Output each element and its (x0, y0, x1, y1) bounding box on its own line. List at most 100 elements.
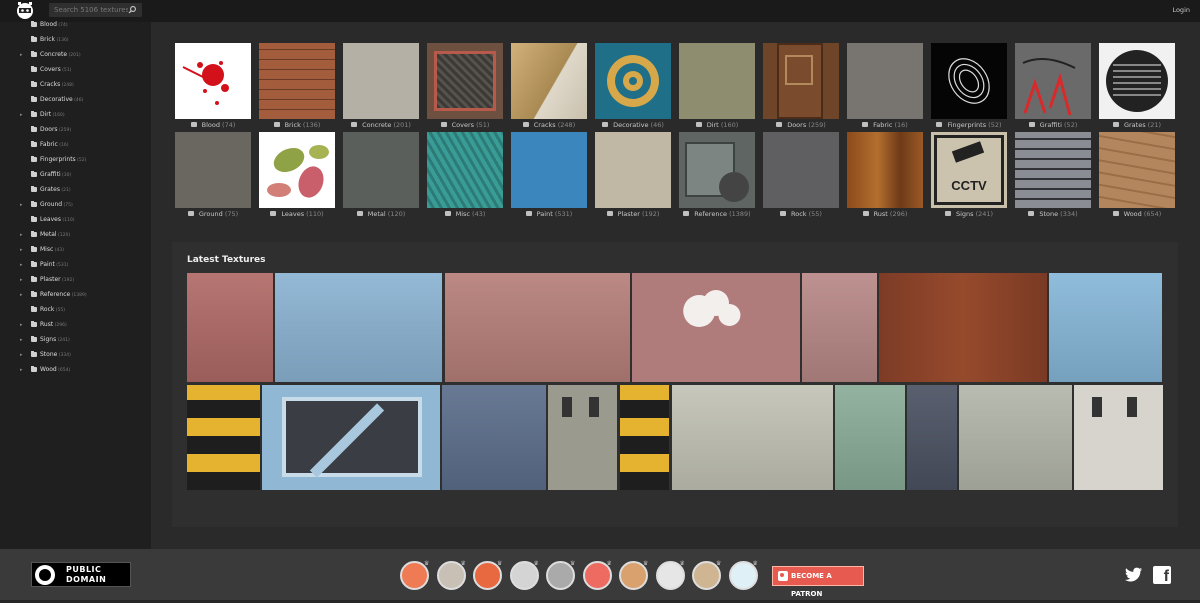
sidebar-item-cracks[interactable]: Cracks (248) (0, 81, 151, 96)
category-name: Blood (201, 121, 220, 129)
category-tile-reference[interactable] (679, 132, 755, 208)
folder-icon (31, 321, 37, 327)
category-tile-misc[interactable] (427, 132, 503, 208)
patron-crown-icon: ♛ (570, 560, 576, 567)
sidebar-item-covers[interactable]: Covers (51) (0, 66, 151, 81)
expand-caret-icon[interactable]: ▸ (20, 291, 23, 299)
latest-texture-grey-door[interactable] (959, 385, 1072, 490)
sidebar-item-label: Rock (55) (40, 306, 65, 315)
site-logo-icon[interactable] (15, 1, 35, 21)
public-domain-badge[interactable]: PUBLIC DOMAIN (31, 562, 131, 587)
expand-caret-icon[interactable]: ▸ (20, 201, 23, 209)
latest-texture-pink-peeling-paint[interactable] (802, 273, 877, 382)
category-tile-decorative[interactable] (595, 43, 671, 119)
latest-texture-grey-container-door[interactable] (548, 385, 617, 490)
latest-texture-blue-hatch[interactable] (262, 385, 440, 490)
sidebar-item-paint[interactable]: ▸ Paint (531) (0, 261, 151, 276)
sidebar-item-label: Leaves (110) (40, 216, 75, 225)
latest-texture-yellow-black-stripes[interactable] (187, 385, 260, 490)
expand-caret-icon[interactable]: ▸ (20, 336, 23, 344)
sidebar-item-fabric[interactable]: Fabric (16) (0, 141, 151, 156)
latest-texture-rust-panel[interactable] (879, 273, 1047, 382)
twitter-icon[interactable] (1125, 567, 1143, 583)
sidebar-item-ground[interactable]: ▸ Ground (75) (0, 201, 151, 216)
latest-texture-blue-metal-wall[interactable] (275, 273, 442, 382)
latest-texture-white-van-doors[interactable] (1074, 385, 1163, 490)
expand-caret-icon[interactable]: ▸ (20, 366, 23, 374)
latest-texture-blue-container[interactable] (1049, 273, 1162, 382)
sidebar-item-count: (74) (56, 23, 68, 28)
category-tile-stone[interactable] (1015, 132, 1091, 208)
category-tile-ground[interactable] (175, 132, 251, 208)
category-tile-covers[interactable] (427, 43, 503, 119)
sidebar-item-concrete[interactable]: ▸ Concrete (201) (0, 51, 151, 66)
latest-texture-red-wall[interactable] (187, 273, 273, 382)
sidebar-item-leaves[interactable]: Leaves (110) (0, 216, 151, 231)
sidebar-item-decorative[interactable]: Decorative (46) (0, 96, 151, 111)
category-tile-rust[interactable] (847, 132, 923, 208)
sidebar-item-label: Wood (654) (40, 366, 70, 375)
sidebar-item-plaster[interactable]: ▸ Plaster (192) (0, 276, 151, 291)
category-tile-dirt[interactable] (679, 43, 755, 119)
category-tile-rock[interactable] (763, 132, 839, 208)
category-tile-signs[interactable]: CCTV (931, 132, 1007, 208)
login-link[interactable]: Login (1172, 6, 1190, 14)
sidebar-item-brick[interactable]: Brick (136) (0, 36, 151, 51)
sidebar-item-metal[interactable]: ▸ Metal (120) (0, 231, 151, 246)
expand-caret-icon[interactable]: ▸ (20, 351, 23, 359)
expand-caret-icon[interactable]: ▸ (20, 276, 23, 284)
latest-texture-white-container-door[interactable] (672, 385, 833, 490)
sidebar-item-blood[interactable]: Blood (74) (0, 21, 151, 36)
latest-texture-green-container-door[interactable] (835, 385, 905, 490)
sidebar-item-graffiti[interactable]: Graffiti (30) (0, 171, 151, 186)
patron-crown-icon: ♛ (424, 560, 430, 567)
expand-caret-icon[interactable]: ▸ (20, 111, 23, 119)
folder-icon (606, 211, 613, 216)
category-tile-blood[interactable] (175, 43, 251, 119)
category-tile-fabric[interactable] (847, 43, 923, 119)
category-tile-label: Blood (74) (165, 121, 261, 129)
sidebar-item-count: (51) (60, 68, 72, 73)
category-tile-graffiti[interactable] (1015, 43, 1091, 119)
sidebar-item-stone[interactable]: ▸ Stone (334) (0, 351, 151, 366)
sidebar-item-grates[interactable]: Grates (21) (0, 186, 151, 201)
latest-texture-blue-stickered-door[interactable] (442, 385, 546, 490)
sidebar-item-misc[interactable]: ▸ Misc (43) (0, 246, 151, 261)
sidebar-item-signs[interactable]: ▸ Signs (241) (0, 336, 151, 351)
latest-texture-pink-rusted-panel[interactable] (445, 273, 630, 382)
sidebar-item-label: Plaster (192) (40, 276, 74, 285)
category-tile-brick[interactable] (259, 43, 335, 119)
search-icon[interactable] (127, 5, 137, 15)
folder-icon (31, 216, 37, 222)
sidebar-item-wood[interactable]: ▸ Wood (654) (0, 366, 151, 381)
latest-texture-yellow-black-stripes-2[interactable] (620, 385, 669, 490)
category-tile-plaster[interactable] (595, 132, 671, 208)
sidebar-item-dirt[interactable]: ▸ Dirt (160) (0, 111, 151, 126)
facebook-icon[interactable]: f (1153, 566, 1171, 585)
category-tile-doors[interactable] (763, 43, 839, 119)
latest-texture-stickered-door[interactable] (907, 385, 957, 490)
category-tile-metal[interactable] (343, 132, 419, 208)
category-tile-fingerprints[interactable] (931, 43, 1007, 119)
expand-caret-icon[interactable]: ▸ (20, 321, 23, 329)
category-tile-cracks[interactable] (511, 43, 587, 119)
category-tile-label: Graffiti (52) (1005, 121, 1101, 129)
sidebar-item-rock[interactable]: Rock (55) (0, 306, 151, 321)
sidebar-item-label: Ground (75) (40, 201, 73, 210)
category-tile-concrete[interactable] (343, 43, 419, 119)
expand-caret-icon[interactable]: ▸ (20, 231, 23, 239)
expand-caret-icon[interactable]: ▸ (20, 261, 23, 269)
sidebar-item-doors[interactable]: Doors (259) (0, 126, 151, 141)
category-tile-grates[interactable] (1099, 43, 1175, 119)
latest-texture-pink-panel-with-cloud-graffiti[interactable] (632, 273, 800, 382)
sidebar-item-rust[interactable]: ▸ Rust (296) (0, 321, 151, 336)
expand-caret-icon[interactable]: ▸ (20, 246, 23, 254)
category-tile-paint[interactable] (511, 132, 587, 208)
sidebar-item-fingerprints[interactable]: Fingerprints (52) (0, 156, 151, 171)
expand-caret-icon[interactable]: ▸ (20, 51, 23, 59)
sidebar-item-name: Doors (40, 126, 58, 133)
sidebar-item-reference[interactable]: ▸ Reference (1389) (0, 291, 151, 306)
category-tile-wood[interactable] (1099, 132, 1175, 208)
category-tile-leaves[interactable] (259, 132, 335, 208)
become-patron-button[interactable]: BECOME A PATRON (772, 566, 864, 598)
